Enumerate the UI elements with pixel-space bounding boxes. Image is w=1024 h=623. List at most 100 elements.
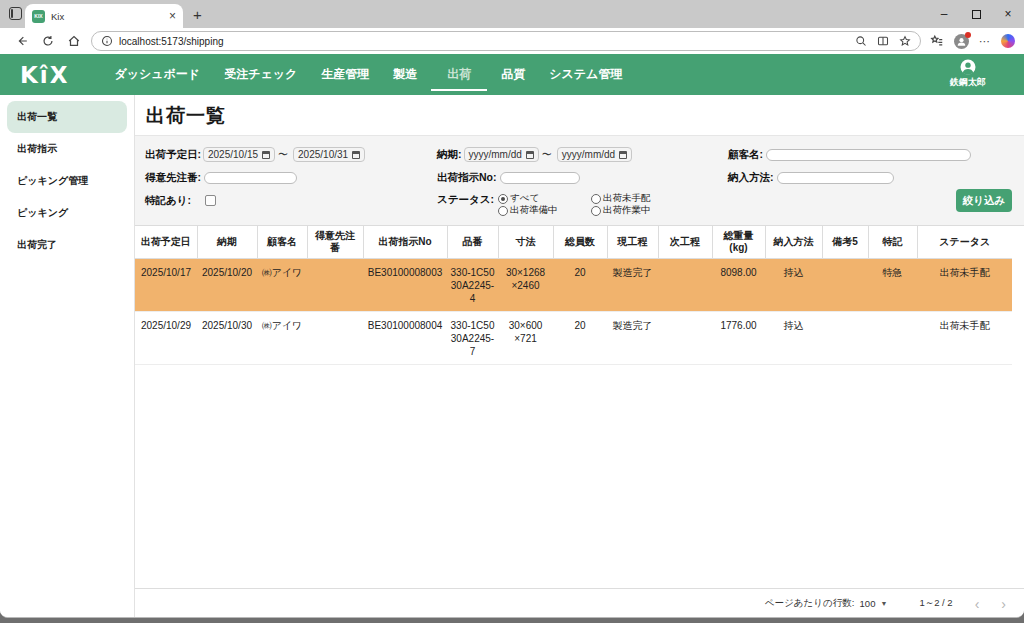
empty-area <box>135 365 1024 588</box>
favorite-star-icon[interactable] <box>899 35 911 47</box>
table-cell: 製造完了 <box>607 259 658 312</box>
status-radio[interactable]: 出荷準備中 <box>498 205 591 216</box>
home-icon[interactable] <box>67 34 81 48</box>
site-info-icon[interactable] <box>101 35 113 47</box>
status-radio[interactable]: すべて <box>498 193 591 204</box>
ship-date-to-input[interactable]: 2025/10/31 <box>293 147 365 162</box>
range-separator: 〜 <box>542 148 552 162</box>
customer-label: 顧客名: <box>728 148 763 162</box>
table-cell: 30×600 ×721 <box>498 312 553 365</box>
ship-date-from-input[interactable]: 2025/10/15 <box>203 147 275 162</box>
delivery-date-from-input[interactable]: yyyy/mm/dd <box>464 147 539 162</box>
user-menu[interactable]: 鉄鋼太郎 <box>950 58 986 89</box>
table-cell <box>822 259 868 312</box>
column-header[interactable]: 寸法 <box>498 226 553 259</box>
tab-layout-icon[interactable] <box>9 7 22 20</box>
column-header[interactable]: 現工程 <box>607 226 658 259</box>
table-cell: 出荷未手配 <box>917 312 1012 365</box>
table-cell <box>658 259 712 312</box>
table-cell: 20 <box>553 259 607 312</box>
sidebar: 出荷一覧出荷指示ピッキング管理ピッキング出荷完了 <box>0 95 135 618</box>
cust-order-input[interactable] <box>204 172 297 184</box>
status-radio[interactable]: 出荷作業中 <box>591 205 684 216</box>
browser-tab[interactable]: KIX Kix × <box>25 4 183 28</box>
status-label: ステータス: <box>437 193 494 207</box>
search-icon[interactable] <box>855 35 867 47</box>
column-header[interactable]: 納期 <box>197 226 257 259</box>
delivery-method-input[interactable] <box>777 172 894 184</box>
table-row[interactable]: 2025/10/292025/10/30㈱アイワBE30100008004330… <box>135 312 1012 365</box>
maximize-button[interactable] <box>960 0 992 28</box>
browser-menu-icon[interactable]: ⋯ <box>979 35 991 48</box>
minimize-button[interactable]: – <box>928 0 960 28</box>
filter-panel: 出荷予定日: 2025/10/15 〜 2025/10/31 得意先注番: 特記… <box>135 136 1024 226</box>
special-checkbox[interactable] <box>205 195 216 206</box>
sidebar-item[interactable]: 出荷指示 <box>7 133 127 165</box>
nav-item[interactable]: システム管理 <box>537 54 634 95</box>
filter-button[interactable]: 絞り込み <box>956 189 1012 212</box>
pagination-footer: ページあたりの行数: 100 ▼ 1～2 / 2 ‹ › <box>135 588 1024 618</box>
new-tab-button[interactable]: + <box>193 10 202 20</box>
table-cell: 特急 <box>868 259 917 312</box>
nav-item[interactable]: 品質 <box>489 54 537 95</box>
user-icon <box>959 58 977 76</box>
table-row[interactable]: 2025/10/172025/10/20㈱アイワBE30100008003330… <box>135 259 1012 312</box>
calendar-icon[interactable] <box>352 151 360 159</box>
column-header[interactable]: 出荷予定日 <box>135 226 197 259</box>
favorites-bar-icon[interactable] <box>930 34 944 48</box>
column-header[interactable]: 特記 <box>868 226 917 259</box>
table-cell: 2025/10/30 <box>197 312 257 365</box>
sidebar-item[interactable]: ピッキング管理 <box>7 165 127 197</box>
calendar-icon[interactable] <box>262 151 270 159</box>
browser-addressbar: localhost:5173/shipping ⋯ <box>0 28 1024 54</box>
prev-page-button[interactable]: ‹ <box>975 597 980 611</box>
table-cell <box>307 312 363 365</box>
table-cell: 330-1C50 30A2245-4 <box>447 259 498 312</box>
address-input[interactable]: localhost:5173/shipping <box>91 31 921 51</box>
url-text[interactable]: localhost:5173/shipping <box>119 36 855 47</box>
column-header[interactable]: 次工程 <box>658 226 712 259</box>
user-name: 鉄鋼太郎 <box>950 76 986 89</box>
nav-item[interactable]: 製造 <box>381 54 429 95</box>
customer-input[interactable] <box>766 149 971 161</box>
column-header[interactable]: 品番 <box>447 226 498 259</box>
status-radio[interactable]: 出荷未手配 <box>591 193 684 204</box>
calendar-icon[interactable] <box>619 151 627 159</box>
sidebar-item[interactable]: ピッキング <box>7 197 127 229</box>
nav-item[interactable]: 受注チェック <box>212 54 309 95</box>
rows-per-page-select[interactable]: 100 <box>860 598 876 609</box>
nav-item[interactable]: ダッシュボード <box>102 54 212 95</box>
table-cell <box>307 259 363 312</box>
nav-item[interactable]: 出荷 <box>429 54 489 95</box>
split-screen-icon[interactable] <box>877 35 889 47</box>
table-cell <box>822 312 868 365</box>
browser-profile-avatar[interactable] <box>954 34 969 49</box>
delivery-date-to-input[interactable]: yyyy/mm/dd <box>557 147 632 162</box>
sidebar-item[interactable]: 出荷一覧 <box>7 101 127 133</box>
close-button[interactable]: × <box>992 0 1024 28</box>
tab-close-icon[interactable]: × <box>169 9 176 23</box>
back-icon[interactable] <box>15 34 29 48</box>
next-page-button[interactable]: › <box>1001 597 1006 611</box>
column-header[interactable]: 得意先注 番 <box>307 226 363 259</box>
column-header[interactable]: 総員数 <box>553 226 607 259</box>
instruction-no-input[interactable] <box>500 172 580 184</box>
copilot-icon[interactable] <box>1001 34 1015 48</box>
sidebar-item[interactable]: 出荷完了 <box>7 229 127 261</box>
column-header[interactable]: ステータス <box>917 226 1012 259</box>
nav-item[interactable]: 生産管理 <box>309 54 381 95</box>
app-logo[interactable]: KîX <box>20 62 69 88</box>
column-header[interactable]: 納入方法 <box>765 226 822 259</box>
column-header[interactable]: 顧客名 <box>257 226 307 259</box>
column-header[interactable]: 出荷指示No <box>363 226 447 259</box>
table-cell: ㈱アイワ <box>257 259 307 312</box>
table-cell: 330-1C50 30A2245-7 <box>447 312 498 365</box>
calendar-icon[interactable] <box>526 151 534 159</box>
table-cell: 2025/10/20 <box>197 259 257 312</box>
column-header[interactable]: 総重量 (kg) <box>712 226 765 259</box>
browser-titlebar: KIX Kix × + – × <box>0 0 1024 28</box>
chevron-down-icon[interactable]: ▼ <box>880 600 887 607</box>
column-header[interactable]: 備考5 <box>822 226 868 259</box>
refresh-icon[interactable] <box>41 34 55 48</box>
table-cell: 30×1268 ×2460 <box>498 259 553 312</box>
